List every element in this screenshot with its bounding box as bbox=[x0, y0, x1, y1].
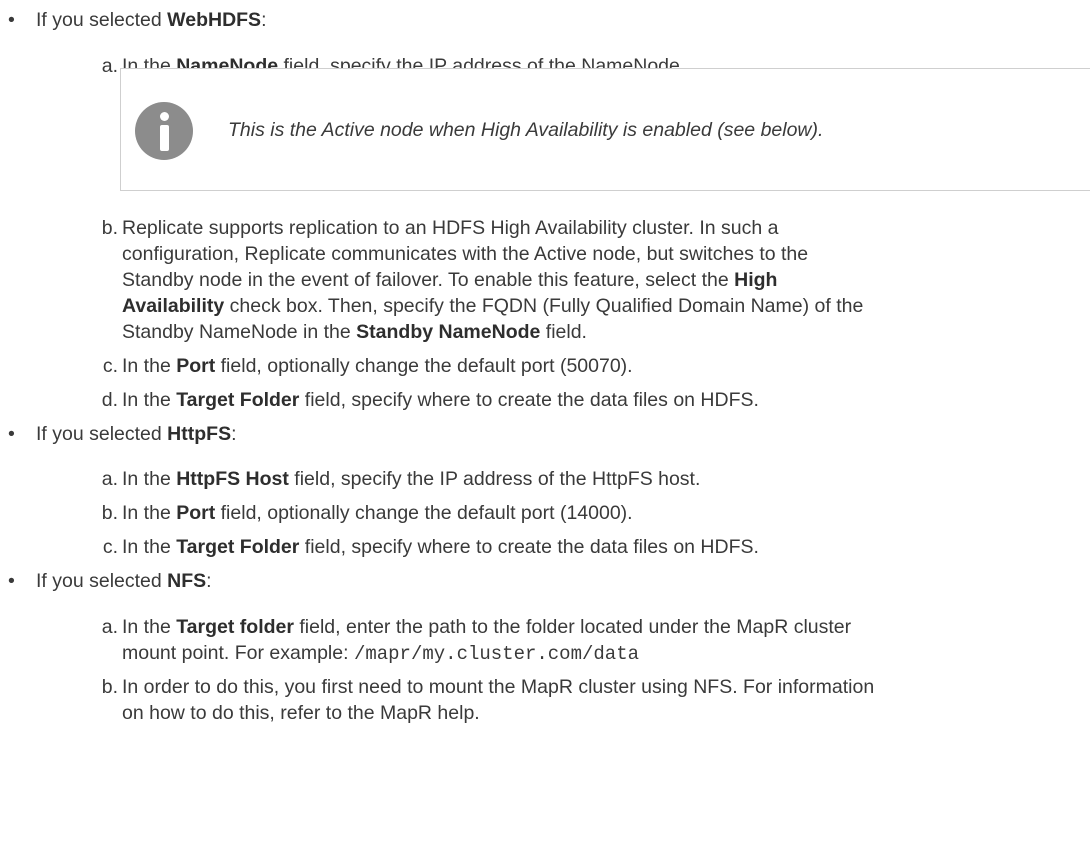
bullet-httpfs: If you selected HttpFS: bbox=[36, 423, 237, 445]
step-webhdfs-d: In the Target Folder field, specify wher… bbox=[122, 389, 759, 411]
document-page: If you selected WebHDFS: a. In the NameN… bbox=[0, 0, 1090, 863]
bullet-marker bbox=[8, 421, 15, 447]
step-label: b. bbox=[101, 217, 118, 239]
step-label: c. bbox=[102, 355, 118, 377]
step-nfs-b-line1: In order to do this, you first need to m… bbox=[122, 676, 875, 698]
step-label: d. bbox=[101, 389, 118, 411]
step-httpfs-c: In the Target Folder field, specify wher… bbox=[122, 536, 759, 558]
step-webhdfs-b-line2: configuration, Replicate communicates wi… bbox=[122, 243, 809, 265]
step-label: a. bbox=[101, 55, 118, 77]
step-label: a. bbox=[101, 468, 118, 490]
step-httpfs-b: In the Port field, optionally change the… bbox=[122, 502, 633, 524]
note-text: This is the Active node when High Availa… bbox=[228, 119, 824, 141]
option-name: WebHDFS bbox=[167, 9, 262, 31]
step-label: a. bbox=[101, 616, 118, 638]
step-webhdfs-c: In the Port field, optionally change the… bbox=[122, 355, 633, 377]
bullet-marker bbox=[8, 7, 15, 33]
step-webhdfs-b-line5: Standby NameNode in the Standby NameNode… bbox=[122, 321, 587, 343]
bullet-marker bbox=[8, 568, 15, 594]
step-webhdfs-b-line1: Replicate supports replication to an HDF… bbox=[122, 217, 779, 239]
bullet-webhdfs: If you selected WebHDFS: bbox=[36, 9, 267, 31]
info-icon bbox=[135, 102, 193, 160]
step-nfs-b-line2: on how to do this, refer to the MapR hel… bbox=[122, 702, 480, 724]
path-example: /mapr/my.cluster.com/data bbox=[353, 643, 639, 665]
step-label: b. bbox=[101, 502, 118, 524]
step-webhdfs-b-line4: Availability check box. Then, specify th… bbox=[122, 295, 864, 317]
note-box: This is the Active node when High Availa… bbox=[120, 68, 1090, 191]
step-label: c. bbox=[102, 536, 118, 558]
bullet-intro: If you selected bbox=[36, 9, 168, 31]
bullet-nfs: If you selected NFS: bbox=[36, 570, 212, 592]
step-nfs-a-line2: mount point. For example: /mapr/my.clust… bbox=[122, 642, 639, 665]
step-nfs-a-line1: In the Target folder field, enter the pa… bbox=[122, 616, 852, 638]
step-httpfs-a: In the HttpFS Host field, specify the IP… bbox=[122, 468, 701, 490]
step-label: b. bbox=[101, 676, 118, 698]
step-webhdfs-b-line3: Standby node in the event of failover. T… bbox=[122, 269, 778, 291]
